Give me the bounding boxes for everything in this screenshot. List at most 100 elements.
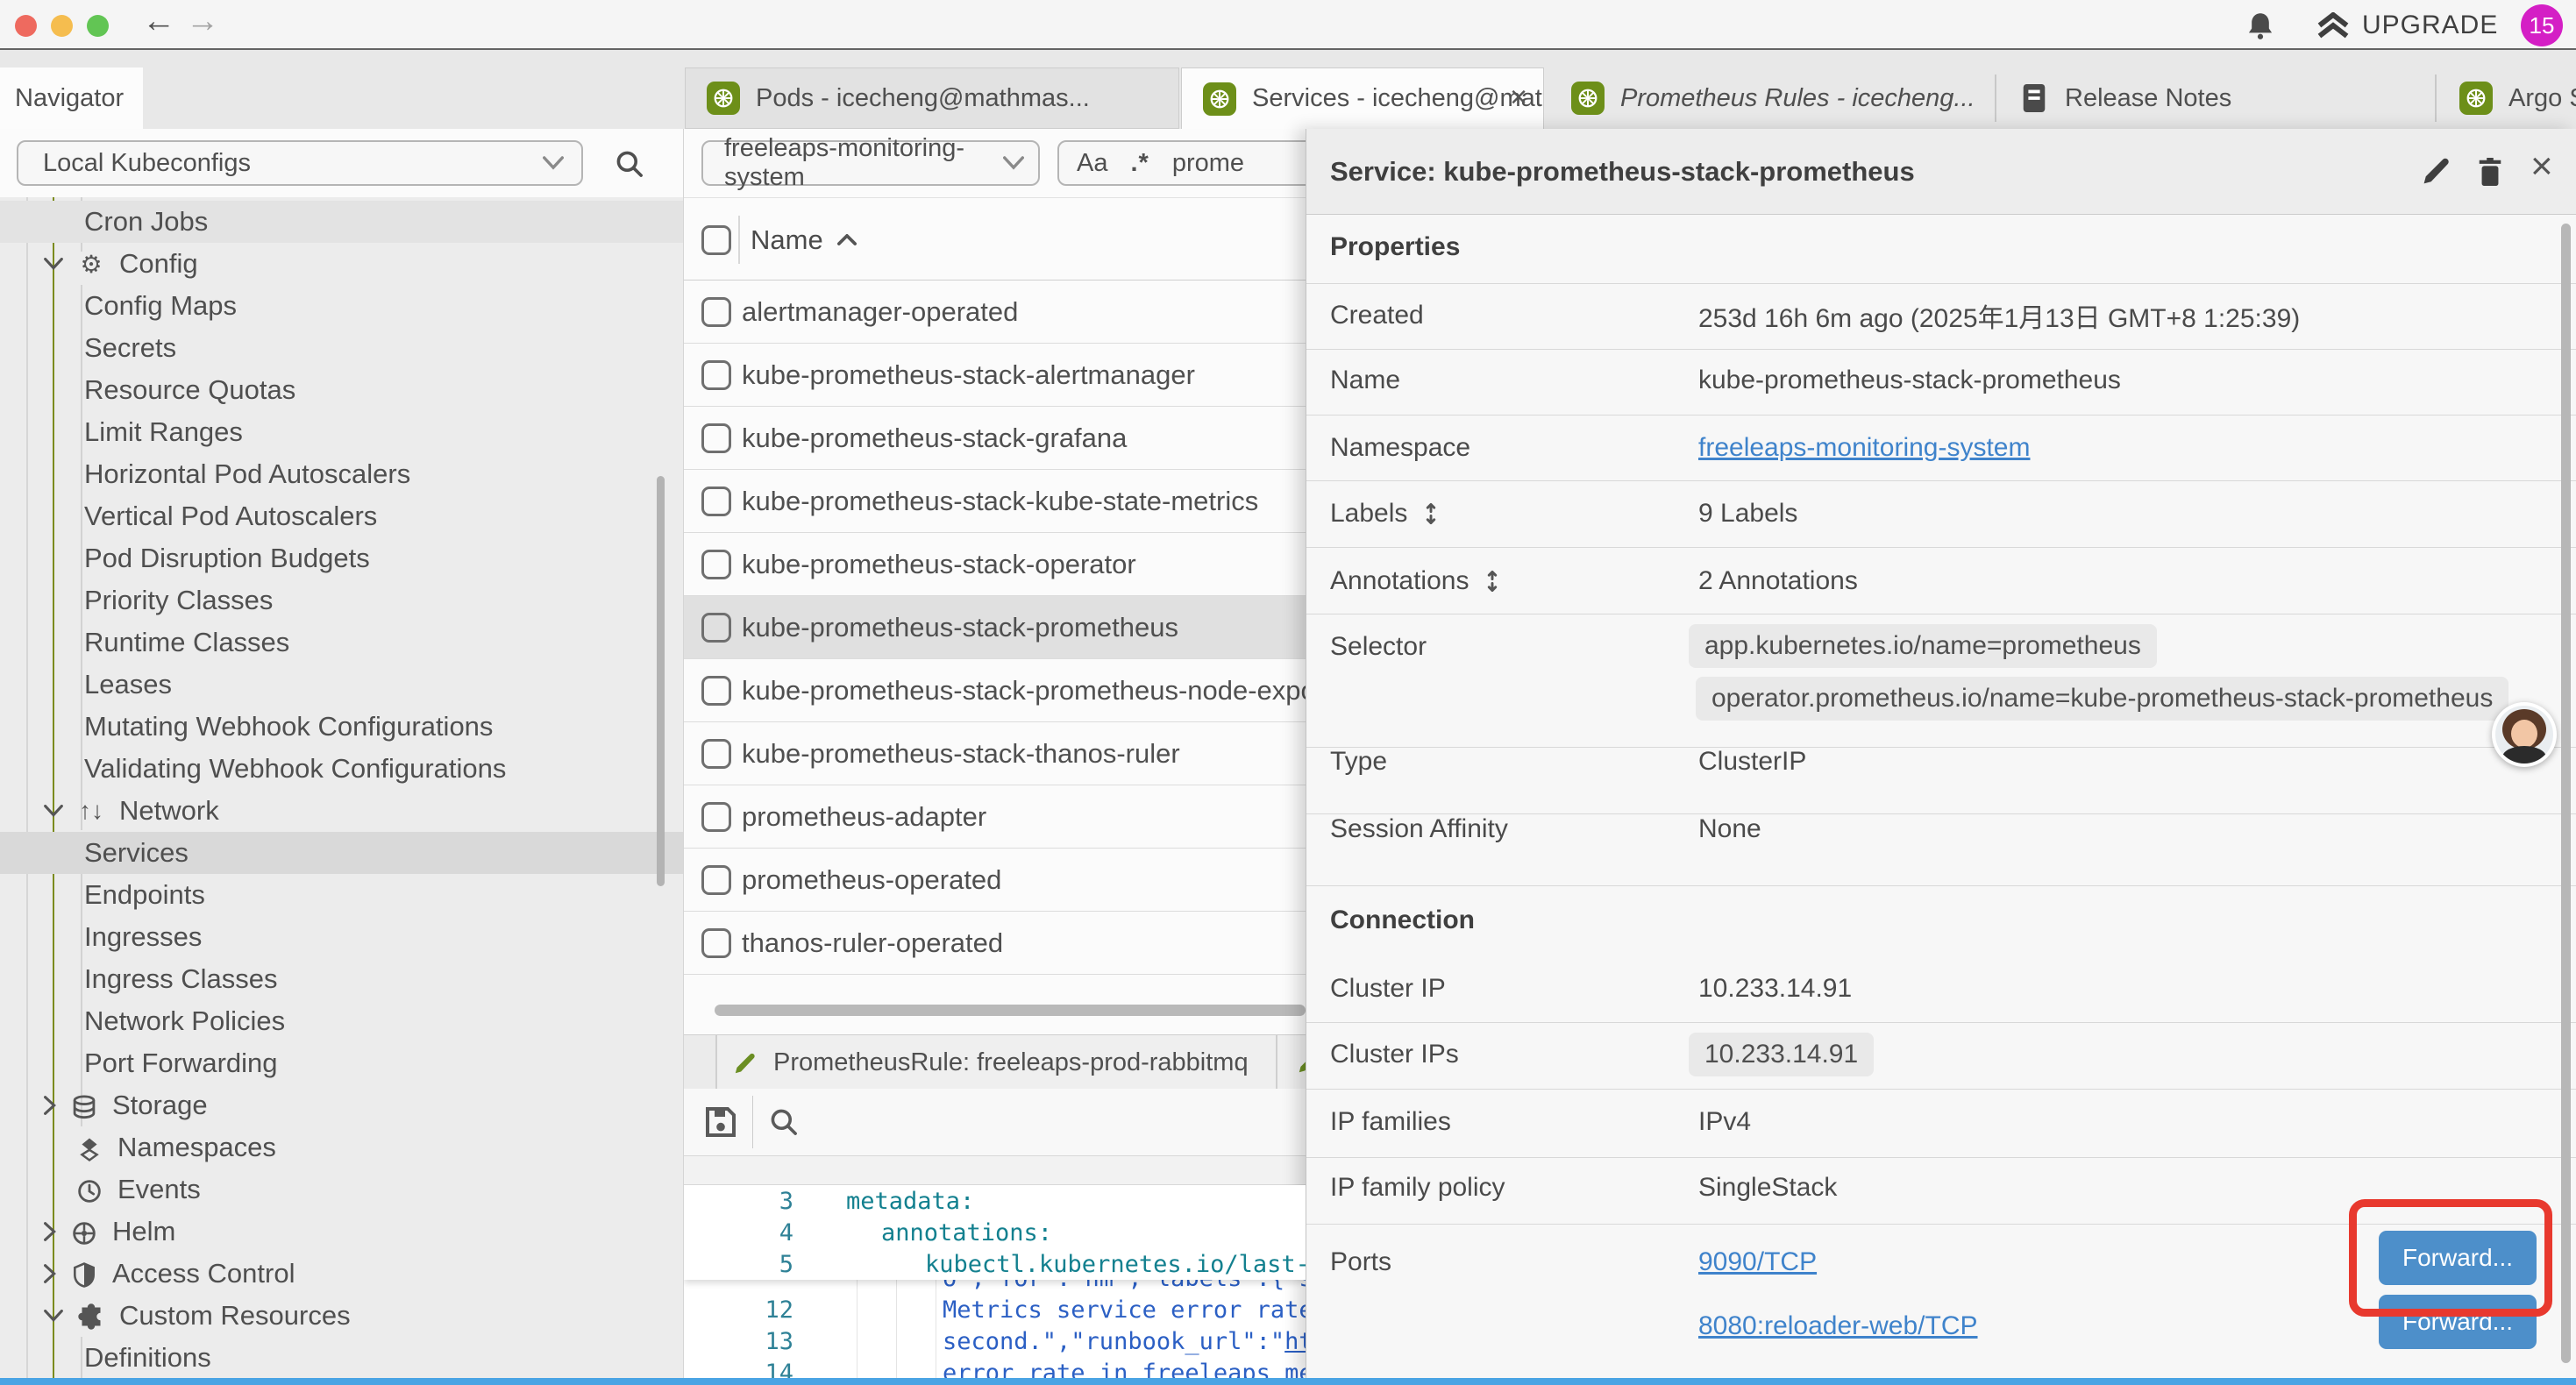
forward-button[interactable]: → <box>186 3 219 40</box>
row-checkbox[interactable] <box>701 928 731 958</box>
avatar[interactable] <box>2492 702 2557 767</box>
save-icon[interactable] <box>703 1104 738 1140</box>
sidebar-item-resource-quotas[interactable]: Resource Quotas <box>0 369 684 411</box>
list-item[interactable]: thanos-ruler-operated <box>684 912 1306 975</box>
regex-toggle[interactable]: .* <box>1130 149 1149 178</box>
port-link-8080-reloader-web[interactable]: 8080:reloader-web/TCP <box>1698 1311 1978 1341</box>
chevron-down-icon <box>1003 156 1024 170</box>
sidebar-search-icon[interactable] <box>614 148 645 180</box>
document-icon <box>2019 82 2049 115</box>
kubeconfig-selector[interactable]: Local Kubeconfigs <box>17 140 583 186</box>
horizontal-scrollbar[interactable] <box>715 1005 1306 1016</box>
sidebar-item-pod-disruption-budgets[interactable]: Pod Disruption Budgets <box>0 537 684 579</box>
sidebar-item-events[interactable]: Events <box>0 1168 684 1211</box>
sidebar-item-mutating-webhook-configurations[interactable]: Mutating Webhook Configurations <box>0 706 684 748</box>
property-label[interactable]: Labels <box>1330 499 1698 529</box>
expand-up-down-icon[interactable] <box>1481 570 1504 593</box>
row-checkbox[interactable] <box>701 802 731 832</box>
list-item[interactable]: kube-prometheus-stack-grafana <box>684 407 1306 470</box>
sidebar-item-port-forwarding[interactable]: Port Forwarding <box>0 1042 684 1084</box>
sidebar-item-runtime-classes[interactable]: Runtime Classes <box>0 621 684 664</box>
tab-services[interactable]: Services - icecheng@math... × <box>1181 67 1544 129</box>
sidebar-scrollbar[interactable] <box>657 476 665 886</box>
sidebar-item-custom-resources[interactable]: Custom Resources <box>0 1295 684 1337</box>
editor-search-icon[interactable] <box>768 1106 800 1138</box>
sidebar-item-ingress-classes[interactable]: Ingress Classes <box>0 958 684 1000</box>
list-search-input[interactable]: Aa .* prome <box>1057 140 1306 186</box>
sidebar-item-ingresses[interactable]: Ingresses <box>0 916 684 958</box>
tab-prometheus-rules[interactable]: Prometheus Rules - icecheng... <box>1550 67 1992 129</box>
namespace-selector[interactable]: freeleaps-monitoring-system <box>701 140 1040 186</box>
row-checkbox[interactable] <box>701 550 731 579</box>
detail-scrollbar[interactable] <box>2561 224 2571 1363</box>
notification-count-badge[interactable]: 15 <box>2521 4 2563 46</box>
sidebar-item-network[interactable]: ↑↓Network <box>0 790 684 832</box>
maximize-window-button[interactable] <box>87 15 109 37</box>
upgrade-button[interactable]: UPGRADE <box>2316 11 2498 40</box>
sidebar-item-namespaces[interactable]: Namespaces <box>0 1126 684 1168</box>
minimize-window-button[interactable] <box>51 15 73 37</box>
edit-pencil-icon[interactable] <box>2421 155 2452 187</box>
match-case-toggle[interactable]: Aa <box>1077 149 1107 178</box>
code-text: metadata: <box>846 1188 974 1215</box>
row-checkbox[interactable] <box>701 297 731 327</box>
yaml-editor[interactable]: o", for : nm , labels :{ service : 12Met… <box>684 1185 1306 1378</box>
name-column-header[interactable]: Name <box>751 198 857 281</box>
sidebar-item-access-control[interactable]: Access Control <box>0 1253 684 1295</box>
sidebar-item-network-policies[interactable]: Network Policies <box>0 1000 684 1042</box>
expand-up-down-icon[interactable] <box>1420 502 1442 525</box>
list-item[interactable]: prometheus-operated <box>684 849 1306 912</box>
editor-tab-partial[interactable] <box>1277 1035 1306 1090</box>
line-number: 4 <box>684 1219 793 1246</box>
editor-tab-prometheusrule[interactable]: PrometheusRule: freeleaps-prod-rabbitmq <box>717 1035 1276 1090</box>
list-item[interactable]: kube-prometheus-stack-kube-state-metrics <box>684 470 1306 533</box>
tab-label: Prometheus Rules - icecheng... <box>1620 84 1975 113</box>
sidebar-item-config-maps[interactable]: Config Maps <box>0 285 684 327</box>
list-item[interactable]: kube-prometheus-stack-prometheus-node-ex… <box>684 659 1306 722</box>
row-checkbox[interactable] <box>701 865 731 895</box>
sidebar-item-definitions[interactable]: Definitions <box>0 1337 684 1378</box>
list-item[interactable]: kube-prometheus-stack-alertmanager <box>684 344 1306 407</box>
sidebar-item-vertical-pod-autoscalers[interactable]: Vertical Pod Autoscalers <box>0 495 684 537</box>
row-checkbox[interactable] <box>701 613 731 643</box>
sidebar-item-secrets[interactable]: Secrets <box>0 327 684 369</box>
list-item[interactable]: kube-prometheus-stack-thanos-ruler <box>684 722 1306 785</box>
sidebar-item-helm[interactable]: Helm <box>0 1211 684 1253</box>
list-item[interactable]: alertmanager-operated <box>684 281 1306 344</box>
sidebar-item-horizontal-pod-autoscalers[interactable]: Horizontal Pod Autoscalers <box>0 453 684 495</box>
tab-pods[interactable]: Pods - icecheng@mathmas... <box>685 67 1179 129</box>
sidebar-item-validating-webhook-configurations[interactable]: Validating Webhook Configurations <box>0 748 684 790</box>
helm-icon <box>68 1218 100 1246</box>
sidebar-item-storage[interactable]: Storage <box>0 1084 684 1126</box>
close-tab-icon[interactable]: × <box>1510 81 1527 115</box>
row-checkbox[interactable] <box>701 423 731 453</box>
sidebar-item-endpoints[interactable]: Endpoints <box>0 874 684 916</box>
sidebar-item-services[interactable]: Services <box>0 832 684 874</box>
list-item[interactable]: prometheus-adapter <box>684 785 1306 849</box>
row-checkbox[interactable] <box>701 676 731 706</box>
sidebar-item-leases[interactable]: Leases <box>0 664 684 706</box>
back-button[interactable]: ← <box>142 3 175 40</box>
list-item-selected[interactable]: kube-prometheus-stack-prometheus <box>684 596 1306 659</box>
delete-trash-icon[interactable] <box>2475 155 2505 188</box>
port-link-9090[interactable]: 9090/TCP <box>1698 1247 1817 1277</box>
close-window-button[interactable] <box>15 15 37 37</box>
row-checkbox[interactable] <box>701 487 731 516</box>
tab-argo[interactable]: Argo Se <box>2438 67 2576 129</box>
property-label[interactable]: Annotations <box>1330 566 1698 596</box>
row-checkbox[interactable] <box>701 739 731 769</box>
tab-release-notes[interactable]: Release Notes <box>1998 67 2433 129</box>
namespace-link[interactable]: freeleaps-monitoring-system <box>1698 433 2030 463</box>
select-all-checkbox[interactable] <box>701 225 731 255</box>
list-item[interactable]: kube-prometheus-stack-operator <box>684 533 1306 596</box>
sidebar-item-config[interactable]: ⚙Config <box>0 243 684 285</box>
close-panel-icon[interactable]: × <box>2530 145 2553 188</box>
property-row-type: Type ClusterIP <box>1330 747 2549 777</box>
sidebar-item-limit-ranges[interactable]: Limit Ranges <box>0 411 684 453</box>
sidebar-item-cron-jobs[interactable]: Cron Jobs <box>0 201 684 243</box>
notifications-bell-icon[interactable] <box>2245 11 2276 42</box>
navigator-tree: Cron Jobs ⚙Config Config Maps Secrets Re… <box>0 197 684 1378</box>
sidebar-item-priority-classes[interactable]: Priority Classes <box>0 579 684 621</box>
navigator-panel-tab[interactable]: Navigator <box>0 67 143 129</box>
row-checkbox[interactable] <box>701 360 731 390</box>
